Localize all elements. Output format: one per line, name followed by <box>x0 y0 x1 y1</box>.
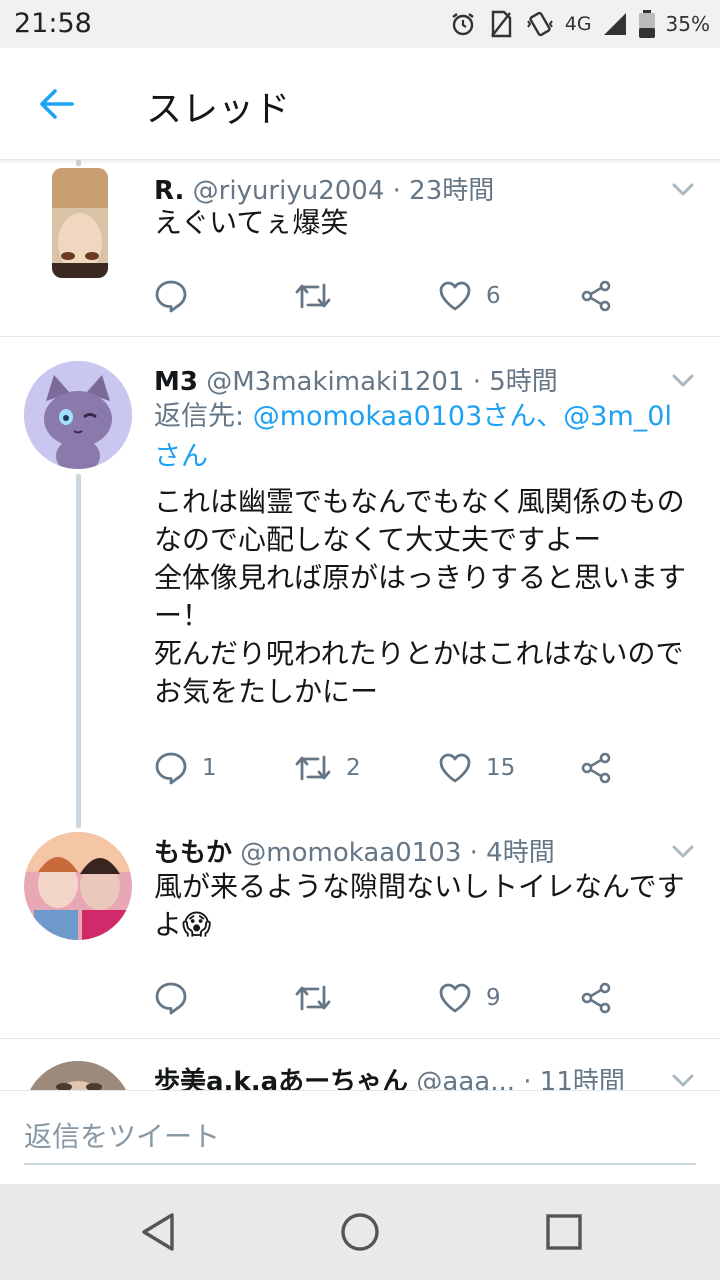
tweet-text: 風が来るような隙間ないしトイレなんですよ😱 <box>154 870 685 941</box>
reply-to-prefix: 返信先: <box>154 401 253 432</box>
nav-home-button[interactable] <box>338 1210 382 1254</box>
avatar-photo <box>24 832 132 940</box>
retweet-button[interactable] <box>294 276 332 316</box>
like-button[interactable]: 9 <box>438 978 501 1018</box>
reply-icon[interactable] <box>154 279 188 313</box>
chevron-down-icon[interactable] <box>670 838 696 864</box>
display-name[interactable]: R. <box>154 176 184 206</box>
tweet-text: これは幽霊でもなんでもなく風関係のものなので心配しなくて大丈夫ですよー 全体像見… <box>154 485 687 708</box>
user-handle[interactable]: @riyuriyu2004 <box>193 176 385 206</box>
battery-percent: 35% <box>665 12 710 36</box>
share-button[interactable] <box>580 978 612 1018</box>
avatar-photo <box>52 168 108 278</box>
status-bar: 21:58 4G 35% <box>0 0 720 48</box>
tweet-text: えぐいてぇ爆笑 <box>154 206 349 239</box>
reply-tweet-input[interactable] <box>24 1109 696 1165</box>
share-icon[interactable] <box>580 280 612 312</box>
like-count: 9 <box>486 985 501 1011</box>
retweet-count: 2 <box>346 755 361 781</box>
retweet-icon[interactable] <box>294 753 332 783</box>
alarm-icon <box>452 13 474 36</box>
vibrate-icon <box>526 11 553 37</box>
system-nav-bar <box>0 1184 720 1280</box>
tweet[interactable]: R. @riyuriyu2004 · 23時間 えぐいてぇ爆笑 6 <box>0 160 720 336</box>
reply-to-suffix[interactable]: さん <box>154 441 208 472</box>
display-name[interactable]: ももか <box>154 838 232 868</box>
tweet[interactable]: 歩美a.k.aあーちゃん @aaa... · 11時間 <box>0 1039 720 1090</box>
reply-bar <box>0 1090 720 1184</box>
tweet-header: M3 @M3makimaki1201 · 5時間 <box>154 361 660 398</box>
chevron-down-icon[interactable] <box>670 1067 696 1090</box>
share-button[interactable] <box>580 748 612 788</box>
share-icon[interactable] <box>580 982 612 1014</box>
tweet-actions: 1 2 15 <box>154 748 624 788</box>
no-sim-icon <box>490 10 511 38</box>
user-handle[interactable]: @M3makimaki1201 <box>206 367 464 397</box>
user-handle[interactable]: @aaa... <box>416 1067 515 1090</box>
thread-list[interactable]: R. @riyuriyu2004 · 23時間 えぐいてぇ爆笑 6 M3 @M3… <box>0 160 720 1090</box>
retweet-button[interactable] <box>294 978 332 1018</box>
retweet-button[interactable]: 2 <box>294 748 361 788</box>
square-recents-icon[interactable] <box>545 1213 583 1251</box>
reply-icon[interactable] <box>154 751 188 785</box>
tweet-time: · 11時間 <box>523 1067 625 1090</box>
tweet-time: · 23時間 <box>392 176 495 206</box>
reply-button[interactable]: 1 <box>154 748 217 788</box>
nav-back-button[interactable] <box>136 1210 180 1254</box>
tweet-header: R. @riyuriyu2004 · 23時間 <box>154 170 660 207</box>
tweet[interactable]: M3 @M3makimaki1201 · 5時間 返信先: @momokaa01… <box>0 337 720 807</box>
reply-count: 1 <box>202 755 217 781</box>
reply-to-mentions[interactable]: @momokaa0103さん、@3m_0l <box>253 401 672 432</box>
tweet-time: · 4時間 <box>469 838 555 868</box>
status-icons: 4G 35% <box>449 8 710 40</box>
display-name[interactable]: M3 <box>154 367 198 397</box>
avatar[interactable] <box>24 361 132 469</box>
signal-icon <box>603 13 626 35</box>
heart-icon[interactable] <box>438 752 472 784</box>
avatar-cat-illustration <box>24 361 132 469</box>
share-icon[interactable] <box>580 752 612 784</box>
reply-button[interactable] <box>154 276 188 316</box>
tweet-header: ももか @momokaa0103 · 4時間 <box>154 832 660 869</box>
tweet-actions: 9 <box>154 978 624 1018</box>
retweet-icon[interactable] <box>294 983 332 1013</box>
reply-to-line: 返信先: @momokaa0103さん、@3m_0l さん <box>154 397 690 477</box>
tweet-header: 歩美a.k.aあーちゃん @aaa... · 11時間 <box>154 1061 660 1090</box>
like-count: 15 <box>486 755 516 781</box>
avatar[interactable] <box>24 1061 132 1090</box>
like-count: 6 <box>486 283 501 309</box>
triangle-back-icon[interactable] <box>140 1212 176 1252</box>
like-button[interactable]: 15 <box>438 748 515 788</box>
tweet-time: · 5時間 <box>472 367 558 397</box>
tweet[interactable]: ももか @momokaa0103 · 4時間 風が来るような隙間ないしトイレなん… <box>0 808 720 1038</box>
reply-button[interactable] <box>154 978 188 1018</box>
chevron-down-icon[interactable] <box>670 367 696 393</box>
avatar[interactable] <box>24 832 132 940</box>
user-handle[interactable]: @momokaa0103 <box>240 838 461 868</box>
retweet-icon[interactable] <box>294 281 332 311</box>
share-button[interactable] <box>580 276 612 316</box>
back-button[interactable] <box>30 78 82 130</box>
battery-icon <box>638 10 655 38</box>
heart-icon[interactable] <box>438 982 472 1014</box>
avatar[interactable] <box>52 168 108 278</box>
reply-icon[interactable] <box>154 981 188 1015</box>
tweet-actions: 6 <box>154 276 624 316</box>
avatar-photo <box>24 1061 132 1090</box>
thread-line <box>76 474 81 828</box>
page-title: スレッド <box>146 89 291 130</box>
like-button[interactable]: 6 <box>438 276 501 316</box>
circle-home-icon[interactable] <box>339 1211 381 1253</box>
nav-recents-button[interactable] <box>542 1210 586 1254</box>
network-type: 4G <box>564 13 592 35</box>
arrow-left-icon[interactable] <box>38 88 74 120</box>
heart-icon[interactable] <box>438 280 472 312</box>
app-header: スレッド <box>0 48 720 160</box>
display-name[interactable]: 歩美a.k.aあーちゃん <box>154 1067 408 1090</box>
status-time: 21:58 <box>14 8 92 39</box>
chevron-down-icon[interactable] <box>670 176 696 202</box>
